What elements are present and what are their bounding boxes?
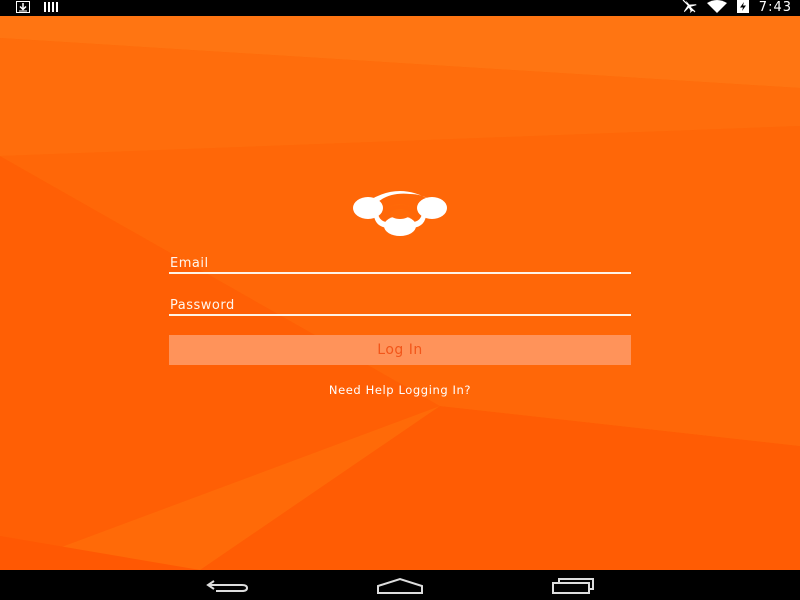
app-logo-icon <box>350 188 450 238</box>
email-input[interactable] <box>169 253 631 274</box>
status-bar: 7:43 <box>0 0 800 16</box>
home-icon[interactable] <box>370 574 430 598</box>
back-icon[interactable] <box>198 574 258 598</box>
airplane-mode-icon <box>681 0 697 17</box>
battery-charging-icon <box>736 0 749 17</box>
password-input[interactable] <box>169 295 631 316</box>
background-pattern <box>0 16 800 570</box>
login-screen: Log In Need Help Logging In? <box>0 16 800 570</box>
wifi-icon <box>706 0 727 17</box>
android-screen: 7:43 Email Log In Need Help Logging In? <box>0 0 800 600</box>
status-clock: 7:43 <box>758 0 792 15</box>
email-field[interactable] <box>169 252 631 274</box>
password-field[interactable] <box>169 294 631 316</box>
help-link[interactable]: Need Help Logging In? <box>0 383 800 397</box>
status-right-icons: 7:43 <box>681 0 792 16</box>
login-button[interactable]: Log In <box>169 335 631 365</box>
download-icon <box>16 1 30 17</box>
status-left-icons <box>16 1 60 17</box>
recents-icon[interactable] <box>542 574 602 598</box>
signal-bars-icon <box>44 1 60 17</box>
navigation-bar <box>0 570 800 600</box>
